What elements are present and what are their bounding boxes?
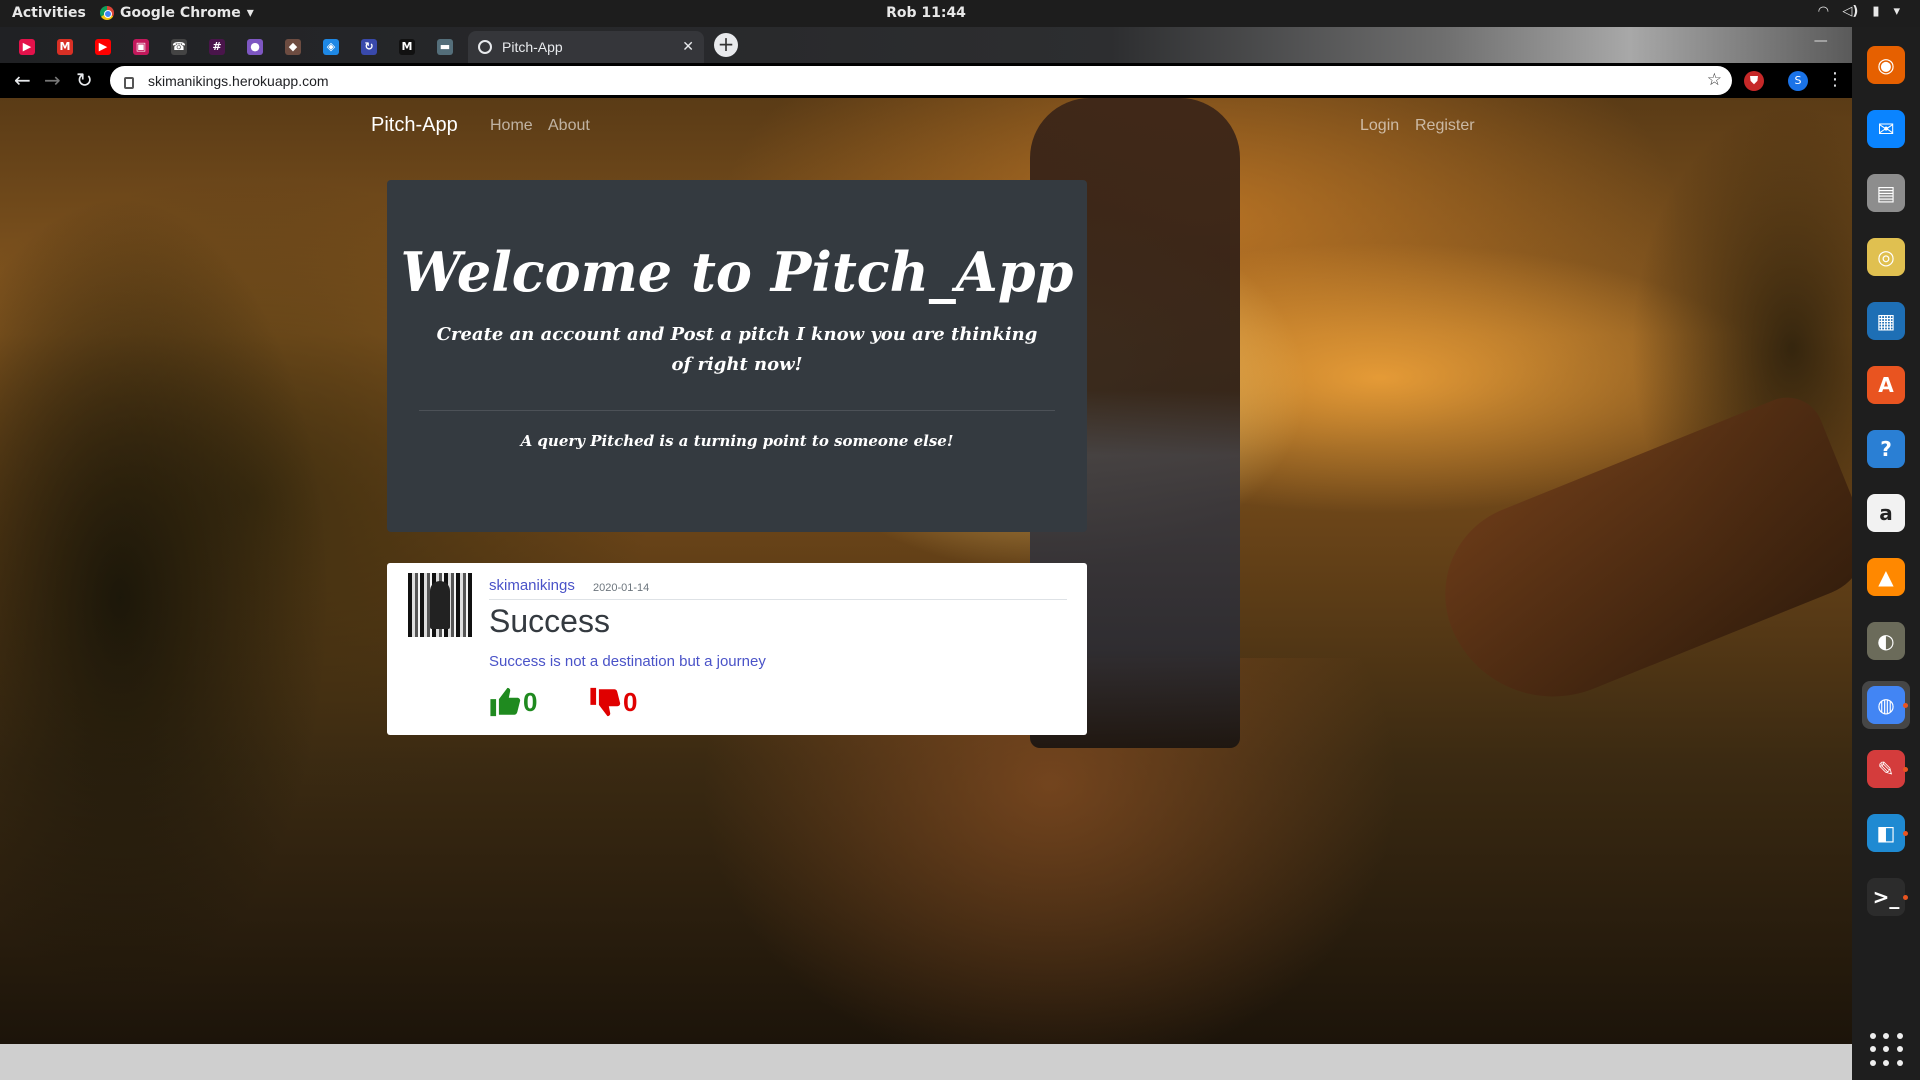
medium-tab[interactable]: M (388, 31, 426, 63)
upvote-count: 0 (523, 686, 538, 717)
menu-kebab-icon[interactable]: ⋮ (1826, 69, 1844, 91)
vscode-icon[interactable]: ◧ (1862, 809, 1910, 857)
pitch-title: Success (489, 603, 610, 639)
battery-icon: ▮ (1872, 4, 1880, 19)
files-icon[interactable]: ▤ (1862, 169, 1910, 217)
nav-home-link[interactable]: Home (490, 117, 533, 135)
chrome-icon[interactable]: ◍ (1862, 681, 1910, 729)
app-tab[interactable]: ▣ (122, 31, 160, 63)
app-2-icon: ◆ (285, 39, 301, 55)
sync-icon: ↻ (361, 39, 377, 55)
shield-tab[interactable]: ◈ (312, 31, 350, 63)
running-indicator (1903, 767, 1908, 772)
libreoffice-writer-icon[interactable]: ▦ (1862, 297, 1910, 345)
browser-toolbar: ← → ↻ skimanikings.herokuapp.com ☆ ⛊ S ⋮ (0, 63, 1852, 98)
gmail-tab[interactable]: M (46, 31, 84, 63)
profile-avatar[interactable]: S (1788, 71, 1808, 91)
shield-icon: ◈ (323, 39, 339, 55)
background-foliage (0, 98, 420, 1044)
upvote-button[interactable]: 0 (489, 685, 537, 719)
site-navbar: Pitch-App Home About Login Register (371, 114, 1481, 144)
page-bottom-area (0, 1044, 1852, 1080)
sync-tab[interactable]: ↻ (350, 31, 388, 63)
vlc-icon[interactable]: ▲ (1862, 553, 1910, 601)
clock[interactable]: Rob 11:44 (0, 5, 1852, 21)
extension-icon[interactable]: ⛊ (1744, 71, 1764, 91)
pitch-author-link[interactable]: skimanikings (489, 577, 575, 594)
lock-icon (124, 76, 134, 89)
new-tab-button[interactable]: + (714, 33, 738, 57)
phone-tab[interactable]: ☎ (160, 31, 198, 63)
running-indicator (1903, 703, 1908, 708)
welcome-lead: Create an account and Post a pitch I kno… (436, 324, 1038, 375)
thumbs-up-icon (490, 687, 521, 717)
extension-icon: ● (247, 39, 263, 55)
firefox-icon[interactable]: ◉ (1862, 41, 1910, 89)
downvote-count: 0 (623, 686, 638, 717)
thunderbird-icon[interactable]: ✉ (1862, 105, 1910, 153)
wifi-icon: ◠ (1818, 4, 1829, 19)
extension-tab[interactable]: ● (236, 31, 274, 63)
tab-pitch-app[interactable]: Pitch-App ✕ (468, 31, 704, 63)
rhythmbox-icon[interactable]: ◎ (1862, 233, 1910, 281)
reload-icon[interactable]: ↻ (76, 69, 93, 91)
thumbs-down-icon (590, 687, 621, 717)
welcome-jumbotron: Welcome to Pitch_App Create an account a… (387, 180, 1087, 532)
system-tray[interactable]: ◠ ◁) ▮ ▾ (1818, 4, 1900, 19)
navbar-brand[interactable]: Pitch-App (371, 114, 458, 137)
app-icon: ▣ (133, 39, 149, 55)
url-text: skimanikings.herokuapp.com (148, 72, 329, 89)
chevron-down-icon: ▾ (1893, 4, 1900, 19)
author-avatar (408, 573, 472, 637)
gimp-icon[interactable]: ◐ (1862, 617, 1910, 665)
slack-tab[interactable]: # (198, 31, 236, 63)
phone-icon: ☎ (171, 39, 187, 55)
youtube-tab[interactable]: ▶ (84, 31, 122, 63)
medium-icon: M (399, 39, 415, 55)
page-viewport: Pitch-App Home About Login Register Welc… (0, 98, 1852, 1044)
ubuntu-dock: ◉ ✉ ▤ ◎ ▦ A? a ▲ ◐ ◍ ✎ ◧ >_ (1852, 27, 1920, 1080)
running-indicator (1903, 895, 1908, 900)
tab-strip: ▶ M ▶ ▣ ☎ # ● ◆ ◈ ↻ M ▬ Pitch-App ✕ (0, 27, 1852, 63)
downvote-button[interactable]: 0 (589, 685, 637, 719)
tab-title: Pitch-App (502, 39, 563, 55)
pitch-card: skimanikings 2020-01-14 Success Success … (387, 563, 1087, 735)
welcome-heading: Welcome to Pitch_App (400, 240, 1074, 304)
nav-register-link[interactable]: Register (1415, 117, 1475, 135)
nav-about-link[interactable]: About (548, 117, 590, 135)
minimize-icon[interactable]: — (1814, 33, 1828, 49)
pitch-body-link[interactable]: Success is not a destination but a journ… (489, 653, 766, 670)
back-icon[interactable]: ← (14, 69, 31, 91)
divider (419, 410, 1055, 411)
volume-icon: ◁) (1842, 4, 1859, 19)
welcome-quote: A query Pitched is a turning point to so… (520, 432, 954, 450)
system-top-bar: Activities Google Chrome ▾ Rob 11:44 ◠ ◁… (0, 0, 1920, 27)
app-3-icon: ▬ (437, 39, 453, 55)
running-indicator (1903, 831, 1908, 836)
show-applications-button[interactable] (1870, 1033, 1904, 1067)
youtube-music-tab[interactable]: ▶ (8, 31, 46, 63)
pitch-date: 2020-01-14 (593, 582, 650, 594)
forward-icon[interactable]: → (44, 69, 61, 91)
app-tab-2[interactable]: ◆ (274, 31, 312, 63)
settings-tool-icon[interactable]: ✎ (1862, 745, 1910, 793)
address-bar[interactable]: skimanikings.herokuapp.com ☆ (110, 66, 1732, 95)
close-icon[interactable]: ✕ (682, 39, 694, 55)
divider (489, 599, 1067, 600)
amazon-icon[interactable]: a (1862, 489, 1910, 537)
globe-icon (478, 40, 492, 54)
youtube-music-icon: ▶ (19, 39, 35, 55)
terminal-icon[interactable]: >_ (1862, 873, 1910, 921)
gmail-icon: M (57, 39, 73, 55)
help-icon[interactable]: ? (1862, 425, 1910, 473)
nav-login-link[interactable]: Login (1360, 117, 1399, 135)
youtube-icon: ▶ (95, 39, 111, 55)
software-center-icon[interactable]: A (1862, 361, 1910, 409)
slack-icon: # (209, 39, 225, 55)
bookmark-star-icon[interactable]: ☆ (1707, 70, 1722, 90)
app-tab-3[interactable]: ▬ (426, 31, 464, 63)
